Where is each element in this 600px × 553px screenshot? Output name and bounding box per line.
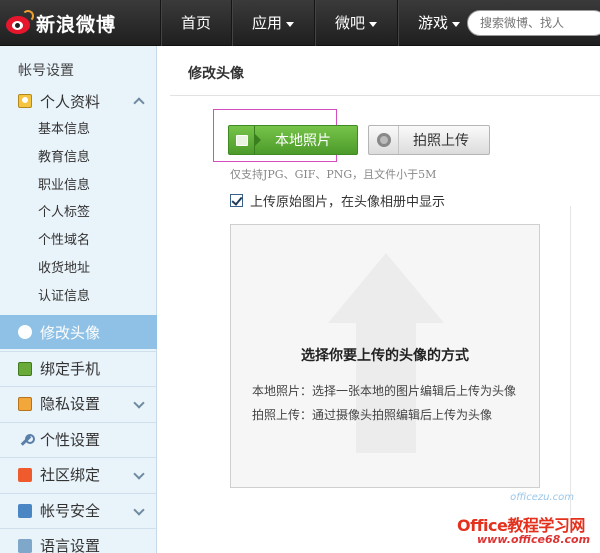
- sidebar-item-language[interactable]: 语言设置: [0, 528, 157, 553]
- sidebar-item-label: 语言设置: [40, 537, 101, 553]
- camera-upload-label: 拍照上传: [413, 133, 469, 149]
- sidebar-sub-address[interactable]: 收货地址: [38, 257, 90, 276]
- chevron-down-icon[interactable]: [133, 504, 145, 516]
- shield-icon: [18, 503, 32, 518]
- phone-icon: [18, 361, 32, 376]
- chevron-up-icon[interactable]: [133, 97, 145, 109]
- lock-icon: [18, 396, 32, 411]
- webcam-icon: [369, 126, 399, 154]
- search-box: [467, 10, 600, 36]
- sidebar-item-community[interactable]: 社区绑定: [0, 457, 157, 491]
- sidebar-item-avatar[interactable]: 修改头像: [0, 315, 157, 349]
- nav-weiba[interactable]: 微吧: [314, 0, 397, 46]
- avatar-upload-area: 选择你要上传的头像的方式 本地照片：选择一张本地的图片编辑后上传为头像 拍照上传…: [230, 224, 540, 488]
- upload-area-local-desc: 本地照片：选择一张本地的图片编辑后上传为头像: [252, 384, 517, 398]
- upload-area-title: 选择你要上传的头像的方式: [301, 348, 469, 364]
- weibo-eye-icon: [4, 10, 34, 36]
- sidebar-item-label: 修改头像: [40, 323, 101, 342]
- weibo-logo[interactable]: 新浪微博: [4, 8, 116, 38]
- sidebar-sub-career[interactable]: 职业信息: [38, 174, 90, 193]
- sidebar-sub-domain[interactable]: 个性域名: [38, 229, 90, 248]
- sidebar-item-label: 个人资料: [40, 92, 101, 111]
- sidebar-item-security[interactable]: 帐号安全: [0, 493, 157, 527]
- sidebar-sub-verification[interactable]: 认证信息: [38, 285, 90, 304]
- local-photo-label: 本地照片: [275, 133, 331, 149]
- upload-original-label[interactable]: 上传原始图片，在头像相册中显示: [250, 191, 445, 210]
- avatar-icon: [18, 325, 32, 339]
- image-upload-icon: [229, 126, 255, 154]
- search-input[interactable]: [468, 11, 598, 35]
- page-title: 修改头像: [188, 66, 244, 82]
- nav-weiba-label: 微吧: [335, 14, 366, 32]
- chevron-down-icon[interactable]: [133, 468, 145, 480]
- nav-apps[interactable]: 应用: [231, 0, 314, 46]
- community-icon: [18, 467, 32, 482]
- sidebar-item-privacy[interactable]: 隐私设置: [0, 386, 157, 420]
- file-format-hint: 仅支持JPG、GIF、PNG，且文件小于5M: [230, 168, 437, 181]
- title-divider: [170, 95, 600, 96]
- sidebar-item-label: 绑定手机: [40, 360, 101, 378]
- nav-home-label: 首页: [181, 14, 212, 32]
- sidebar-title: 帐号设置: [18, 63, 74, 79]
- sidebar-item-label: 帐号安全: [40, 502, 101, 520]
- sidebar-sub-tags[interactable]: 个人标签: [38, 201, 90, 220]
- caret-down-icon: [369, 21, 378, 27]
- caret-down-icon: [286, 21, 295, 27]
- wrench-icon: [18, 433, 35, 447]
- nav-apps-label: 应用: [252, 14, 283, 32]
- logo-text: 新浪微博: [36, 13, 117, 36]
- camera-upload-button[interactable]: 拍照上传: [368, 125, 490, 155]
- upload-area-camera-desc: 拍照上传：通过摄像头拍照编辑后上传为头像: [252, 408, 493, 422]
- watermark-url: www.office68.com: [477, 533, 591, 546]
- caret-down-icon: [452, 21, 461, 27]
- sidebar-sub-basic-info[interactable]: 基本信息: [38, 118, 90, 137]
- language-icon: [18, 538, 32, 553]
- upload-original-option: 上传原始图片，在头像相册中显示: [230, 191, 445, 210]
- watermark-small: officezu.com: [510, 492, 574, 503]
- right-divider: [570, 206, 571, 516]
- main-panel: 修改头像 本地照片 拍照上传 仅支持JPG、GIF、PNG，且文件小于5M 上传…: [158, 46, 600, 553]
- nav-games-label: 游戏: [418, 14, 449, 32]
- sidebar-item-label: 社区绑定: [40, 466, 101, 484]
- main-nav: 首页 应用 微吧 游戏: [160, 0, 480, 46]
- sidebar-item-custom[interactable]: 个性设置: [0, 422, 157, 456]
- local-photo-button[interactable]: 本地照片: [228, 125, 358, 155]
- upload-original-checkbox[interactable]: [230, 194, 243, 207]
- sidebar-item-label: 个性设置: [40, 431, 101, 449]
- sidebar-item-profile[interactable]: 个人资料: [0, 84, 157, 118]
- nav-home[interactable]: 首页: [160, 0, 231, 46]
- settings-sidebar: 帐号设置 个人资料 基本信息 教育信息 职业信息 个人标签 个性域名 收货地址 …: [0, 46, 157, 553]
- chevron-down-icon[interactable]: [133, 397, 145, 409]
- profile-icon: [18, 94, 32, 108]
- sidebar-item-label: 隐私设置: [40, 395, 101, 413]
- watermark: officezu.com Office教程学习网 www.office68.co…: [455, 490, 600, 553]
- top-navigation-bar: 新浪微博 首页 应用 微吧 游戏: [0, 0, 600, 46]
- sidebar-item-bind-phone[interactable]: 绑定手机: [0, 351, 157, 385]
- sidebar-sub-education[interactable]: 教育信息: [38, 146, 90, 165]
- arrow-right-icon: [255, 134, 261, 146]
